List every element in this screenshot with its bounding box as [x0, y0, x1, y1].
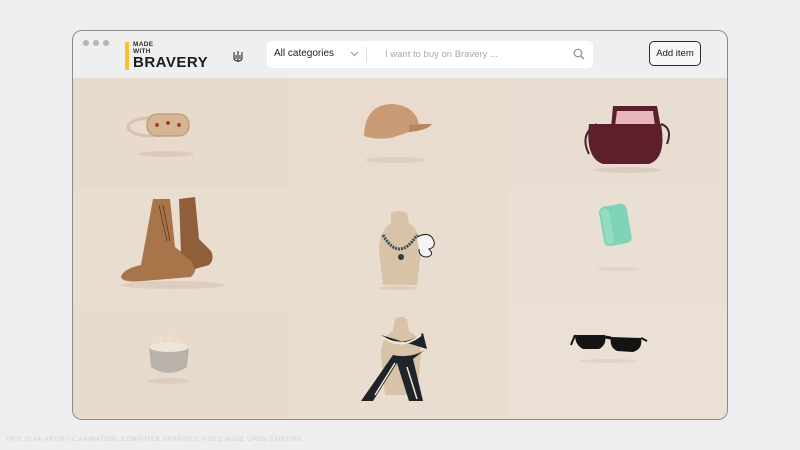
window-controls: [83, 40, 109, 46]
browser-window: MADE WITH BRAVERY All categories Add ite…: [72, 30, 728, 420]
product-tile-soap[interactable]: [509, 191, 727, 305]
boots-icon: [121, 197, 225, 289]
product-tile-boots[interactable]: [73, 191, 291, 305]
soap-icon: [597, 203, 641, 271]
chevron-down-icon[interactable]: [350, 50, 359, 58]
logo-tagline: MADE WITH: [133, 41, 153, 55]
brand-logo[interactable]: MADE WITH BRAVERY: [125, 41, 243, 71]
window-dot-icon[interactable]: [83, 40, 89, 46]
product-tile-cap[interactable]: [291, 78, 509, 191]
product-tile-scarf[interactable]: [291, 305, 509, 419]
window-dot-icon[interactable]: [103, 40, 109, 46]
window-dot-icon[interactable]: [93, 40, 99, 46]
logo-wordmark: BRAVERY: [133, 54, 209, 71]
trident-icon: [233, 51, 243, 62]
product-tile-candle[interactable]: [73, 305, 291, 419]
product-tile-sunglasses[interactable]: [509, 305, 727, 419]
product-tile-bracelet[interactable]: [73, 78, 291, 191]
search-icon[interactable]: [573, 48, 585, 60]
logo-line1: MADE: [133, 41, 154, 48]
product-tile-necklace[interactable]: [291, 191, 509, 305]
product-grid: [73, 78, 727, 419]
category-select[interactable]: All categories: [274, 48, 334, 59]
search-divider: [366, 47, 367, 62]
necklace-icon: [379, 211, 435, 290]
sunglasses-icon: [570, 334, 648, 363]
search-bar: All categories: [267, 41, 593, 68]
logo-accent-bar: [125, 42, 129, 70]
search-input[interactable]: [385, 47, 565, 62]
disclaimer-text: THIS IS AN ARTISTIC ANIMATION, COMPUTER …: [6, 437, 302, 443]
top-bar: MADE WITH BRAVERY All categories Add ite…: [73, 31, 727, 78]
add-item-button[interactable]: Add item: [649, 41, 701, 66]
candle-icon: [147, 331, 191, 384]
product-tile-handbag[interactable]: [509, 78, 727, 191]
scarf-icon: [361, 317, 427, 401]
bracelet-icon: [126, 113, 194, 157]
handbag-icon: [584, 106, 670, 173]
cap-icon: [364, 104, 432, 163]
